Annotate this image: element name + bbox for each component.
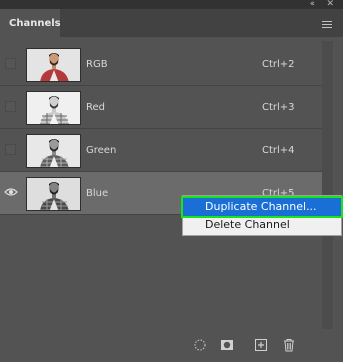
channel-name: RGB [86,59,108,70]
menu-item-delete-channel[interactable]: Delete Channel [183,216,341,234]
collapse-panel-icon[interactable]: ‹‹ [310,0,315,9]
channel-thumbnail [26,48,81,82]
channel-list: RGB Ctrl+2 Red Ctrl+3 Green Ctrl+4 Blue … [0,41,322,329]
panel-tab-bar: Channels [0,9,343,37]
channel-name: Blue [86,188,109,199]
save-selection-icon[interactable] [220,338,234,352]
load-selection-icon[interactable] [193,338,207,352]
channel-name: Green [86,145,117,156]
visibility-toggle[interactable] [5,58,16,69]
channel-shortcut: Ctrl+4 [262,145,295,156]
visibility-toggle[interactable] [5,144,16,155]
panel-bottom-bar [0,330,343,362]
panel-top-bar: ‹‹ ✕ [0,0,343,9]
channel-thumbnail [26,91,81,125]
channel-shortcut: Ctrl+2 [262,59,295,70]
channel-row-green[interactable]: Green Ctrl+4 [0,129,322,172]
channel-row-rgb[interactable]: RGB Ctrl+2 [0,43,322,86]
delete-channel-icon[interactable] [282,338,296,352]
channel-row-red[interactable]: Red Ctrl+3 [0,86,322,129]
channel-shortcut: Ctrl+3 [262,102,295,113]
scrollbar[interactable] [322,41,333,329]
channel-thumbnail [26,134,81,168]
new-channel-icon[interactable] [254,338,268,352]
panel-menu-icon[interactable] [322,21,332,28]
tab-channels[interactable]: Channels [0,9,61,37]
visibility-toggle[interactable] [5,101,16,112]
channel-thumbnail [26,177,81,211]
close-panel-icon[interactable]: ✕ [326,0,334,9]
channel-name: Red [86,102,105,113]
menu-item-duplicate-channel[interactable]: Duplicate Channel... [181,196,343,218]
context-menu: Duplicate Channel... Delete Channel [181,195,343,236]
eye-icon[interactable] [4,187,18,197]
